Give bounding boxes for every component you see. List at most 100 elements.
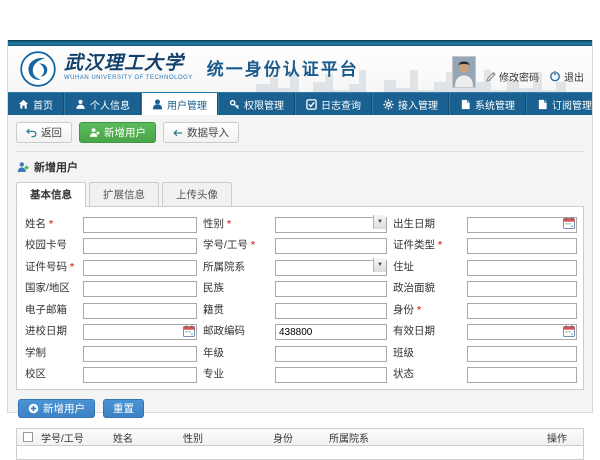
basic-info-form: 姓名* 性别* ▼ 出生日期 校园卡号 学号/工号* 证件类型* 证件号码* 所… bbox=[16, 206, 584, 390]
app-window: 武汉理工大学 WUHAN UNIVERSITY OF TECHNOLOGY 统一… bbox=[7, 40, 593, 413]
tabs: 基本信息 扩展信息 上传头像 bbox=[16, 182, 584, 207]
student-id-field bbox=[275, 236, 387, 255]
nav-item-permissions[interactable]: 权限管理 bbox=[218, 93, 295, 115]
campus-card-input[interactable] bbox=[83, 238, 197, 254]
nav-subscription-label: 订阅管理 bbox=[552, 97, 592, 112]
id-type-input[interactable] bbox=[467, 238, 577, 254]
tab-upload-avatar[interactable]: 上传头像 bbox=[162, 182, 232, 207]
nav-user-management-label: 用户管理 bbox=[167, 97, 207, 112]
school-system-field bbox=[83, 343, 197, 362]
name-label: 姓名* bbox=[23, 216, 79, 231]
country-region-label: 国家/地区 bbox=[23, 280, 79, 295]
student-id-input[interactable] bbox=[275, 238, 387, 254]
tab-basic-info-label: 基本信息 bbox=[30, 189, 72, 201]
file-icon bbox=[537, 99, 548, 110]
grade-input[interactable] bbox=[275, 346, 387, 362]
gender-select[interactable] bbox=[275, 217, 387, 233]
data-import-label: 数据导入 bbox=[187, 125, 229, 140]
enroll-date-field bbox=[83, 322, 197, 341]
country-region-input[interactable] bbox=[83, 281, 197, 297]
nav-item-subscription[interactable]: 订阅管理 bbox=[526, 93, 600, 115]
class-input[interactable] bbox=[467, 346, 577, 362]
col-identity: 身份 bbox=[271, 430, 327, 445]
birth-date-input[interactable] bbox=[467, 217, 577, 233]
postal-code-input[interactable] bbox=[275, 324, 387, 340]
university-name: 武汉理工大学 bbox=[64, 52, 193, 74]
content-area: 返回 新增用户 数据导入 新增用户 基本信息 扩展信息 上传头像 姓名* bbox=[8, 115, 592, 460]
ethnicity-input[interactable] bbox=[275, 281, 387, 297]
nav-item-home[interactable]: 首页 bbox=[8, 93, 64, 115]
id-type-label: 证件类型* bbox=[391, 237, 463, 252]
email-field bbox=[83, 300, 197, 319]
campus-input[interactable] bbox=[83, 367, 197, 383]
user-avatar bbox=[452, 56, 476, 88]
address-input[interactable] bbox=[467, 260, 577, 276]
calendar-icon[interactable] bbox=[563, 216, 575, 228]
id-number-input[interactable] bbox=[83, 260, 197, 276]
change-password-link[interactable]: 修改密码 bbox=[486, 69, 539, 84]
form-actions: 新增用户 重置 bbox=[18, 399, 582, 418]
status-input[interactable] bbox=[467, 367, 577, 383]
native-place-field bbox=[275, 300, 387, 319]
calendar-icon[interactable] bbox=[183, 324, 195, 336]
political-status-input[interactable] bbox=[467, 281, 577, 297]
add-user-toolbar-button[interactable]: 新增用户 bbox=[79, 122, 156, 143]
ethnicity-field bbox=[275, 279, 387, 298]
nav-item-logs[interactable]: 日志查询 bbox=[295, 93, 372, 115]
nav-item-access[interactable]: 接入管理 bbox=[372, 93, 449, 115]
logout-label: 退出 bbox=[564, 69, 584, 84]
gender-dropdown-button[interactable]: ▼ bbox=[373, 215, 386, 229]
valid-date-input[interactable] bbox=[467, 324, 577, 340]
log-check-icon bbox=[306, 99, 317, 110]
department-dropdown-button[interactable]: ▼ bbox=[373, 258, 386, 272]
tab-extended-info[interactable]: 扩展信息 bbox=[89, 182, 159, 207]
select-all-checkbox[interactable] bbox=[23, 432, 33, 442]
major-input[interactable] bbox=[275, 367, 387, 383]
postal-code-label: 邮政编码 bbox=[201, 323, 271, 338]
native-place-label: 籍贯 bbox=[201, 302, 271, 317]
main-nav: 首页 个人信息 用户管理 权限管理 日志查询 接入管理 系统管理 订阅管理 bbox=[8, 92, 592, 115]
native-place-input[interactable] bbox=[275, 303, 387, 319]
department-select[interactable] bbox=[275, 260, 387, 276]
add-user-section-icon bbox=[17, 161, 29, 173]
nav-item-user-management[interactable]: 用户管理 bbox=[141, 93, 218, 115]
valid-date-field bbox=[467, 322, 577, 341]
postal-code-field bbox=[275, 322, 387, 341]
nav-item-profile[interactable]: 个人信息 bbox=[64, 93, 141, 115]
identity-field bbox=[467, 300, 577, 319]
email-input[interactable] bbox=[83, 303, 197, 319]
name-input[interactable] bbox=[83, 217, 197, 233]
birth-date-field bbox=[467, 214, 577, 233]
major-field bbox=[275, 365, 387, 384]
campus-label: 校区 bbox=[23, 366, 79, 381]
key-icon bbox=[229, 99, 240, 110]
email-label: 电子邮箱 bbox=[23, 302, 79, 317]
tab-basic-info[interactable]: 基本信息 bbox=[16, 182, 86, 207]
nav-access-label: 接入管理 bbox=[398, 97, 438, 112]
logout-link[interactable]: 退出 bbox=[549, 69, 584, 84]
student-id-label: 学号/工号* bbox=[201, 237, 271, 252]
enroll-date-input[interactable] bbox=[83, 324, 197, 340]
nav-permissions-label: 权限管理 bbox=[244, 97, 284, 112]
political-status-field bbox=[467, 279, 577, 298]
user-manage-icon bbox=[152, 99, 163, 110]
nav-item-system[interactable]: 系统管理 bbox=[449, 93, 526, 115]
identity-input[interactable] bbox=[467, 303, 577, 319]
submit-add-user-button[interactable]: 新增用户 bbox=[18, 399, 95, 418]
section-title: 新增用户 bbox=[17, 159, 583, 175]
tab-extended-info-label: 扩展信息 bbox=[103, 189, 145, 201]
ethnicity-label: 民族 bbox=[201, 280, 271, 295]
toolbar: 返回 新增用户 数据导入 bbox=[16, 122, 584, 152]
file-icon bbox=[460, 99, 471, 110]
campus-card-field bbox=[83, 236, 197, 255]
department-label: 所属院系 bbox=[201, 259, 271, 274]
school-system-input[interactable] bbox=[83, 346, 197, 362]
reset-button[interactable]: 重置 bbox=[103, 399, 144, 418]
status-field bbox=[467, 365, 577, 384]
back-button[interactable]: 返回 bbox=[16, 122, 72, 143]
nav-home-label: 首页 bbox=[33, 97, 53, 112]
header: 武汉理工大学 WUHAN UNIVERSITY OF TECHNOLOGY 统一… bbox=[8, 46, 592, 92]
calendar-icon[interactable] bbox=[563, 324, 575, 336]
change-password-label: 修改密码 bbox=[499, 69, 539, 84]
data-import-button[interactable]: 数据导入 bbox=[163, 122, 239, 143]
